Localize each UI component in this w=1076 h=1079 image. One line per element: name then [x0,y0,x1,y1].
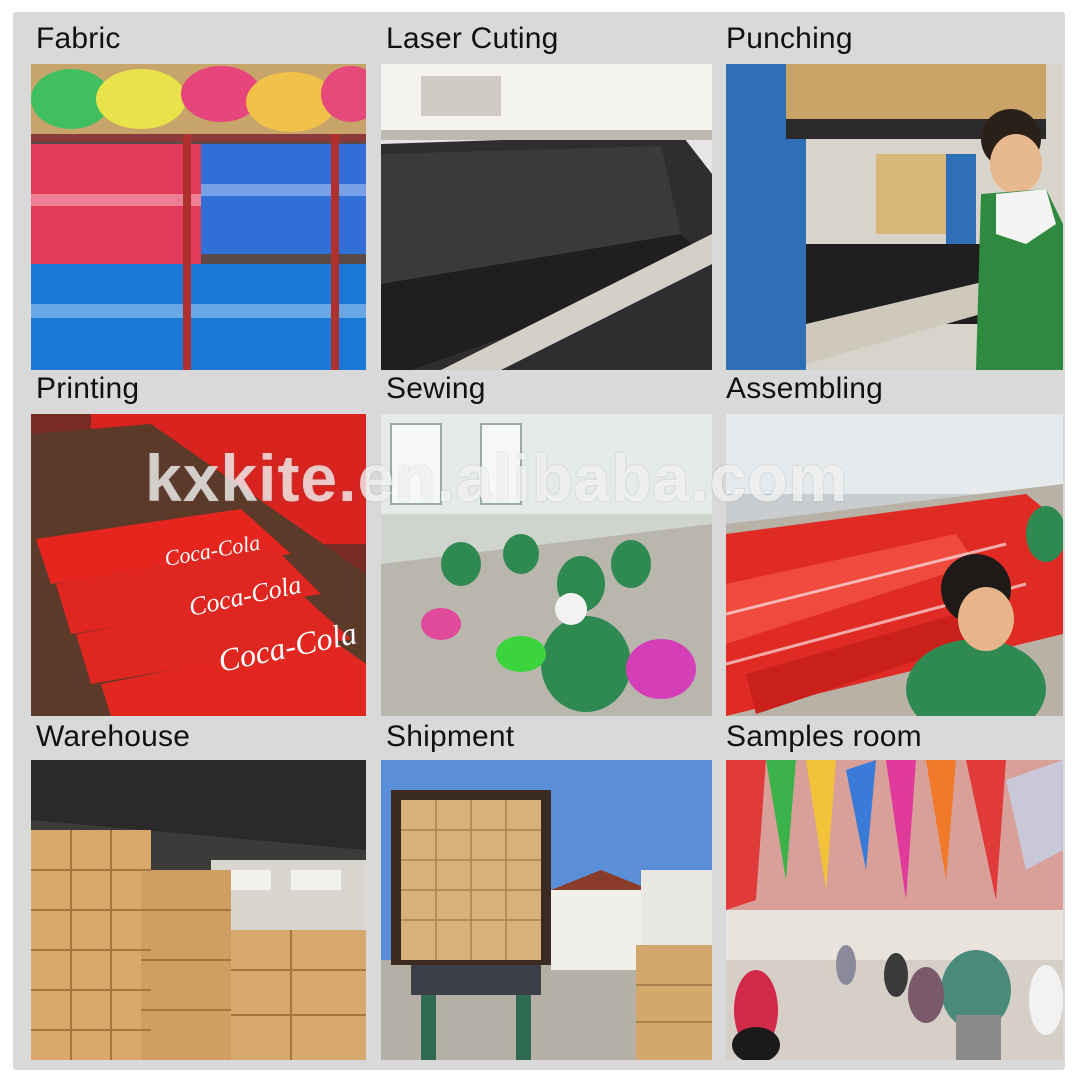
fabric-photo [31,64,366,370]
panel-label-fabric: Fabric [36,22,121,55]
shipment-photo [381,760,712,1060]
panel-label-printing: Printing [36,372,140,405]
samples-room-photo [726,760,1063,1060]
panel-label-assembling: Assembling [726,372,884,405]
punching-photo [726,64,1063,370]
warehouse-photo [31,760,366,1060]
watermark: kxkite.en.alibaba.com [145,441,849,515]
panel-label-punching: Punching [726,22,853,55]
panel-label-samples-room: Samples room [726,720,922,753]
panel-label-warehouse: Warehouse [36,720,191,753]
laser-cutting-photo [381,64,712,370]
panel-label-shipment: Shipment [386,720,515,753]
panel-label-sewing: Sewing [386,372,486,405]
panel-label-laser-cutting: Laser Cuting [386,22,559,55]
